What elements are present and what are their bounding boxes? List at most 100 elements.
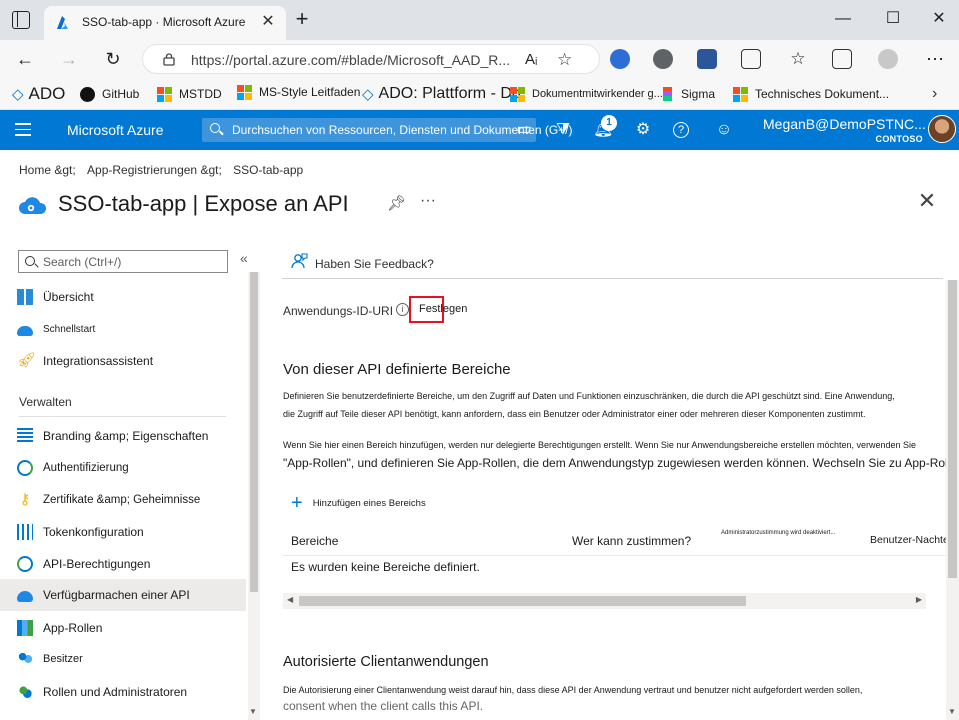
rocket-icon: 🚀︎ bbox=[17, 352, 37, 369]
set-app-id-uri-button[interactable]: Festlegen bbox=[409, 296, 467, 323]
favorite-dokumentmitwirkender[interactable]: Dokumentmitwirkender g... bbox=[510, 82, 663, 106]
sidebar-item-owners[interactable]: Besitzer bbox=[0, 643, 246, 675]
token-icon bbox=[17, 524, 33, 540]
feedback-person-icon[interactable] bbox=[290, 252, 308, 270]
table-horizontal-scrollbar[interactable]: ◀ ▶ bbox=[283, 593, 926, 609]
sidebar-item-branding[interactable]: Branding &amp; Eigenschaften bbox=[0, 420, 246, 452]
avatar[interactable] bbox=[928, 115, 956, 143]
extension-shield-icon[interactable] bbox=[610, 49, 630, 69]
favorites-icon[interactable]: ☆ bbox=[787, 48, 809, 70]
maximize-icon[interactable]: ☐ bbox=[882, 8, 904, 30]
scopes-table-header: Bereiche Wer kann zustimmen? Administrat… bbox=[283, 528, 959, 556]
close-tab-icon[interactable]: ✕ bbox=[258, 12, 278, 32]
url-field[interactable]: https://portal.azure.com/#blade/Microsof… bbox=[142, 44, 600, 74]
collections-icon[interactable] bbox=[832, 49, 852, 69]
collapse-sidebar-icon[interactable]: « bbox=[240, 250, 248, 266]
content-scroll-thumb[interactable] bbox=[948, 280, 957, 578]
minimize-icon[interactable]: — bbox=[832, 8, 854, 30]
sidebar-search-input[interactable]: Search (Ctrl+/) bbox=[18, 250, 228, 273]
column-header-who-can-consent[interactable]: Wer kann zustimmen? bbox=[572, 534, 691, 548]
info-icon[interactable]: i bbox=[396, 303, 409, 316]
sidebar-item-quickstart[interactable]: Schnellstart bbox=[0, 313, 246, 345]
more-favorites-chevron-icon[interactable]: › bbox=[932, 82, 937, 106]
microsoft-logo-icon bbox=[733, 86, 748, 102]
scroll-down-arrow-icon[interactable]: ▼ bbox=[249, 707, 257, 716]
favorite-mstdd[interactable]: MSTDD bbox=[157, 82, 222, 106]
section-divider bbox=[19, 416, 226, 417]
sidebar-scroll-thumb[interactable] bbox=[250, 272, 258, 592]
cloud-shell-icon[interactable]: ▭ bbox=[514, 120, 534, 140]
sidebar-item-expose-api[interactable]: Verfügbarmachen einer API bbox=[0, 579, 246, 611]
browser-tab-strip: SSO-tab-app · Microsoft Azure ✕ + — ☐ ✕ bbox=[0, 0, 959, 40]
help-icon[interactable]: ? bbox=[673, 122, 689, 138]
extensions-puzzle-icon[interactable] bbox=[741, 49, 761, 69]
sidebar-item-integration-assistant[interactable]: 🚀︎ Integrationsassistent bbox=[0, 345, 246, 377]
portal-menu-icon[interactable] bbox=[15, 123, 31, 137]
scroll-left-arrow-icon[interactable]: ◀ bbox=[287, 595, 293, 604]
favorite-sigma[interactable]: Sigma bbox=[663, 82, 715, 106]
column-header-admin-consent[interactable]: Administratorzustimmung wird deaktiviert… bbox=[721, 530, 835, 536]
close-blade-icon[interactable]: ✕ bbox=[917, 190, 937, 212]
github-icon bbox=[80, 86, 95, 102]
sidebar-item-api-permissions[interactable]: API-Berechtigungen bbox=[0, 548, 246, 580]
add-favorite-icon[interactable]: ☆ bbox=[557, 50, 572, 70]
microsoft-logo-icon bbox=[157, 86, 172, 102]
settings-gear-icon[interactable]: ⚙ bbox=[633, 120, 653, 140]
tab-title: SSO-tab-app · Microsoft Azure bbox=[82, 15, 246, 29]
breadcrumb-app-registrations[interactable]: App-Registrierungen &gt; bbox=[87, 163, 222, 177]
address-bar: ← → ↻ https://portal.azure.com/#blade/Mi… bbox=[0, 40, 959, 78]
microsoft-logo-icon bbox=[510, 86, 525, 102]
back-arrow-icon[interactable]: ← bbox=[14, 48, 36, 70]
sidebar-item-roles-admins[interactable]: Rollen und Administratoren bbox=[0, 676, 246, 708]
tab-actions-icon[interactable] bbox=[12, 11, 30, 29]
favorite-ms-style[interactable]: MS-Style Leitfaden bbox=[237, 80, 360, 104]
sidebar-item-authentication[interactable]: Authentifizierung bbox=[0, 452, 246, 484]
branding-icon bbox=[17, 428, 33, 444]
directory-filter-icon[interactable]: ⧩ bbox=[553, 120, 573, 140]
app-registration-cloud-icon bbox=[19, 197, 47, 214]
expose-api-content: Haben Sie Feedback? Anwendungs-ID-URI i … bbox=[262, 242, 959, 720]
sidebar-item-overview[interactable]: Übersicht bbox=[0, 281, 246, 313]
scroll-right-arrow-icon[interactable]: ▶ bbox=[916, 595, 922, 604]
sidebar-item-token-configuration[interactable]: Tokenkonfiguration bbox=[0, 516, 246, 548]
profile-icon[interactable] bbox=[878, 49, 898, 69]
settings-more-icon[interactable]: ⋯ bbox=[924, 48, 946, 70]
sidebar-item-app-roles[interactable]: App-Rollen bbox=[0, 612, 246, 644]
page-title: SSO-tab-app | Expose an API bbox=[58, 191, 349, 216]
word-extension-icon[interactable] bbox=[697, 49, 717, 69]
scroll-down-arrow-icon[interactable]: ▼ bbox=[948, 707, 956, 716]
extension-palette-icon[interactable] bbox=[653, 49, 673, 69]
favorite-technisches-dokument[interactable]: Technisches Dokument... bbox=[733, 82, 889, 106]
section-label-manage: Verwalten bbox=[19, 395, 72, 409]
browser-tab-active[interactable]: SSO-tab-app · Microsoft Azure ✕ bbox=[44, 6, 286, 40]
feedback-link[interactable]: Haben Sie Feedback? bbox=[315, 257, 434, 271]
overview-grid-icon bbox=[17, 289, 33, 305]
azure-brand[interactable]: Microsoft Azure bbox=[67, 122, 163, 138]
notification-badge: 1 bbox=[601, 115, 617, 131]
sidebar-scrollbar[interactable]: ▼ bbox=[248, 272, 260, 720]
ado-icon: ◇ bbox=[12, 86, 24, 103]
more-options-icon[interactable]: ··· bbox=[420, 192, 436, 210]
new-tab-button[interactable]: + bbox=[290, 8, 314, 32]
content-scrollbar[interactable]: ▼ bbox=[946, 280, 959, 720]
read-aloud-icon[interactable]: Aᵢ bbox=[525, 51, 537, 68]
pin-icon[interactable]: 📌︎ bbox=[387, 194, 406, 212]
breadcrumb-home[interactable]: Home &gt; bbox=[19, 163, 76, 177]
favorite-ado-plattform[interactable]: ◇ ADO: Plattform - Do bbox=[362, 82, 521, 106]
authorized-clients-heading: Autorisierte Clientanwendungen bbox=[283, 654, 489, 670]
feedback-icon[interactable]: ☺ bbox=[714, 120, 734, 140]
breadcrumb-current: SSO-tab-app bbox=[233, 163, 304, 177]
forward-arrow-icon[interactable]: → bbox=[58, 48, 80, 70]
account-tenant: CONTOSO bbox=[875, 134, 923, 144]
add-scope-button[interactable]: + Hinzufügen eines Bereichs bbox=[291, 493, 426, 513]
favorite-github[interactable]: GitHub bbox=[80, 82, 139, 106]
horizontal-scroll-thumb[interactable] bbox=[299, 596, 746, 606]
favorite-ado[interactable]: ◇ ADO bbox=[12, 82, 65, 106]
refresh-icon[interactable]: ↻ bbox=[102, 48, 124, 70]
global-search-input[interactable]: Durchsuchen von Ressourcen, Diensten und… bbox=[202, 118, 573, 142]
authorized-clients-description-line-2: consent when the client calls this API. bbox=[283, 699, 484, 713]
column-header-scopes[interactable]: Bereiche bbox=[291, 534, 338, 548]
sidebar-item-certificates[interactable]: ⚷ Zertifikate &amp; Geheimnisse bbox=[0, 484, 246, 516]
account-name[interactable]: MeganB@DemoPSTNC... bbox=[763, 116, 926, 132]
window-close-icon[interactable]: ✕ bbox=[928, 8, 950, 30]
